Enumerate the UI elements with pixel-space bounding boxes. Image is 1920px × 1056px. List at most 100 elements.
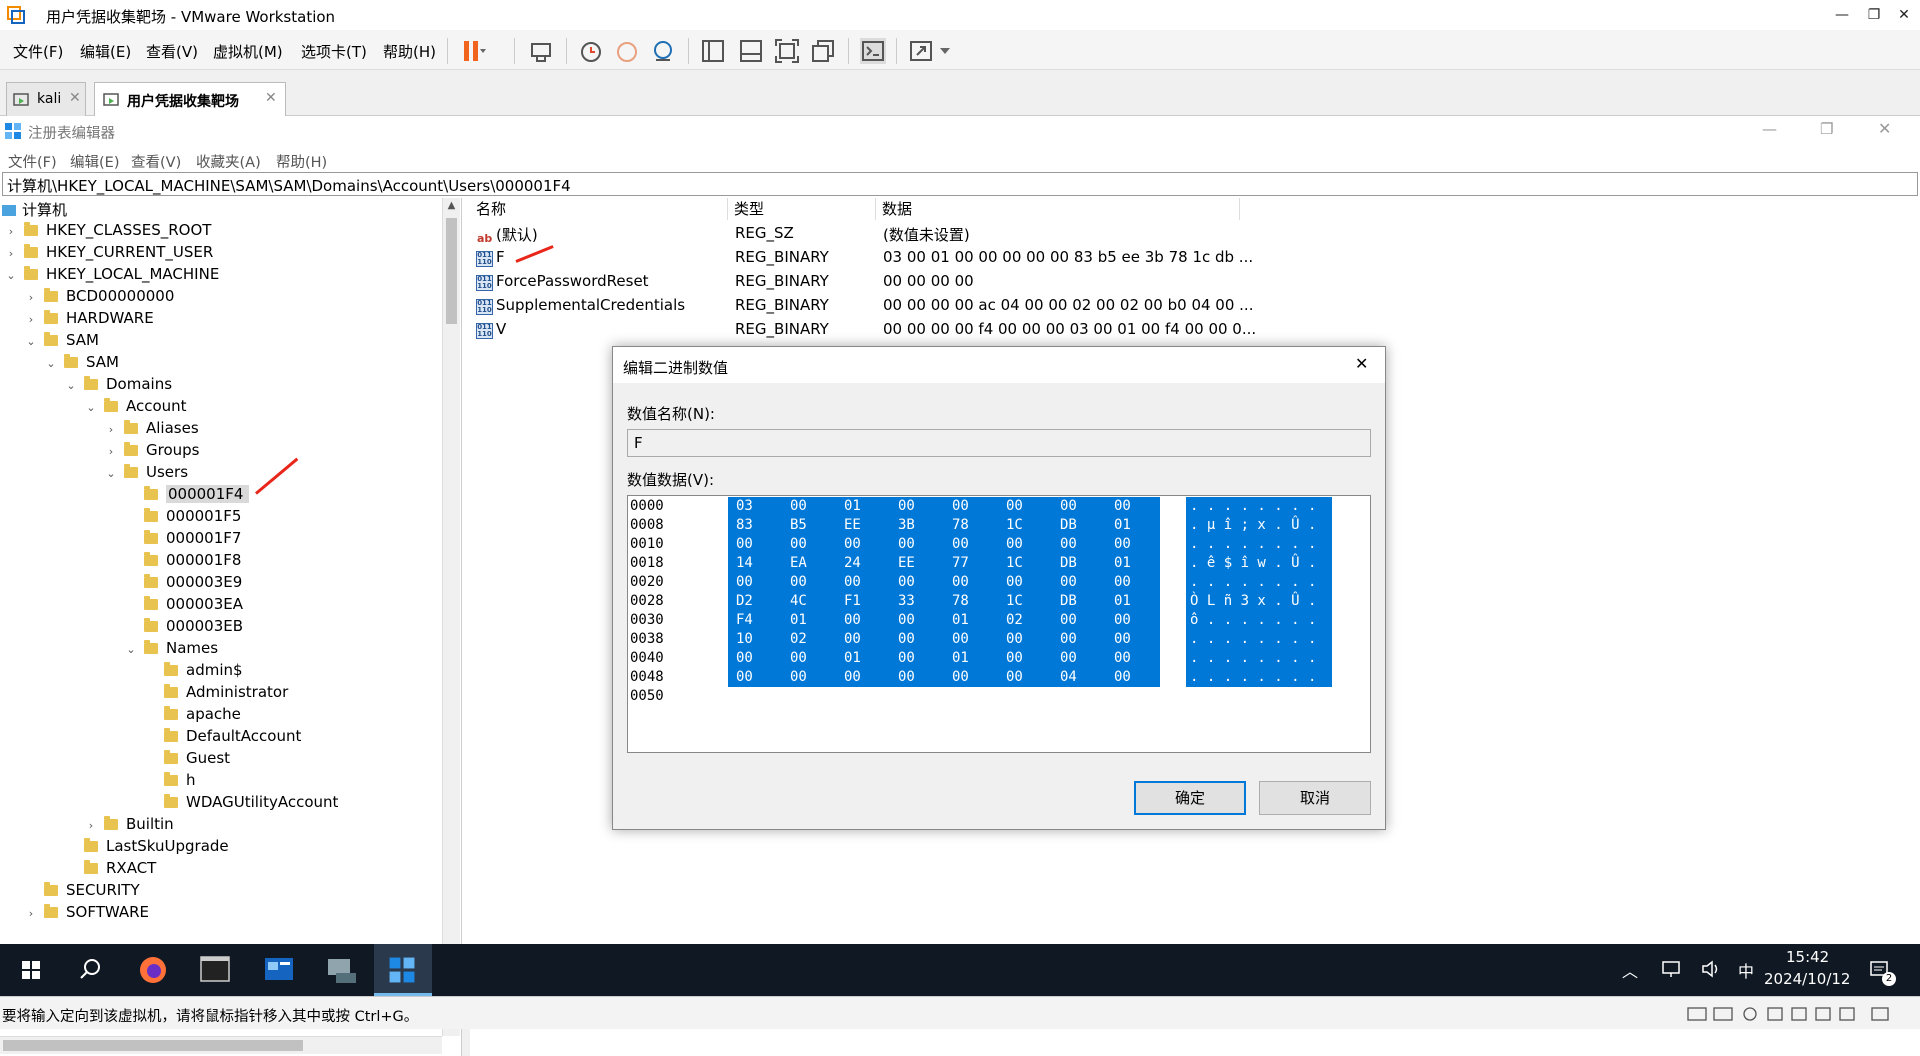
expand-chevron-icon[interactable]: ⌄ (4, 269, 18, 282)
hex-byte[interactable]: 00 (844, 535, 861, 554)
hex-row[interactable]: 0028 D2 4C F1 33 78 1C DB 01 Ò L ñ 3 x . Û . (628, 592, 1368, 611)
reg-menu-view[interactable]: 查看(V) (131, 151, 181, 172)
hex-byte[interactable]: 01 (1114, 516, 1131, 535)
hex-byte[interactable]: DB (1060, 516, 1077, 535)
hex-byte[interactable]: 00 (1006, 668, 1023, 687)
hex-byte[interactable]: 00 (844, 611, 861, 630)
hex-byte[interactable]: 1C (1006, 554, 1023, 573)
hex-byte[interactable]: 00 (1114, 668, 1131, 687)
tab-kali[interactable]: kali ✕ (6, 82, 86, 116)
menu-help[interactable]: 帮助(H) (383, 41, 436, 62)
hex-byte[interactable]: 78 (952, 592, 969, 611)
close-tab-icon[interactable]: ✕ (265, 90, 277, 106)
hex-byte[interactable]: 00 (790, 649, 807, 668)
column-name[interactable]: 名称 (470, 198, 728, 220)
hex-byte[interactable]: 00 (1114, 649, 1131, 668)
hex-byte[interactable]: 1C (1006, 516, 1023, 535)
reg-menu-help[interactable]: 帮助(H) (276, 151, 327, 172)
hex-byte[interactable]: 33 (898, 592, 915, 611)
hex-byte[interactable]: 00 (898, 611, 915, 630)
menu-vm[interactable]: 虚拟机(M) (213, 41, 283, 62)
scroll-up-icon[interactable]: ▲ (444, 200, 459, 211)
hex-byte[interactable]: 00 (844, 573, 861, 592)
menu-view[interactable]: 查看(V) (146, 41, 198, 62)
hex-ascii[interactable]: . . . . . . . . (1186, 497, 1332, 516)
hex-row[interactable]: 0018 14 EA 24 EE 77 1C DB 01 . ê $ î w . Û . (628, 554, 1368, 573)
hex-byte[interactable]: EE (844, 516, 861, 535)
expand-chevron-icon[interactable]: › (84, 819, 98, 832)
hex-byte[interactable]: 01 (844, 649, 861, 668)
thumbnail-bar-icon[interactable] (738, 38, 764, 64)
hex-byte[interactable]: 00 (790, 497, 807, 516)
hex-byte[interactable]: 00 (898, 649, 915, 668)
taskbar-regedit-active[interactable] (374, 944, 432, 996)
hex-byte[interactable]: 00 (898, 497, 915, 516)
hex-byte[interactable]: 00 (736, 668, 753, 687)
expand-chevron-icon[interactable]: ⌄ (64, 379, 78, 392)
hex-byte[interactable]: EE (898, 554, 915, 573)
hex-byte[interactable]: 00 (1060, 573, 1077, 592)
hex-row[interactable]: 0020 00 00 00 00 00 00 00 00 . . . . . . . . (628, 573, 1368, 592)
hex-row[interactable]: 0030 F4 01 00 00 01 02 00 00 ô . . . . . . . (628, 611, 1368, 630)
minimize-button[interactable]: — (1828, 4, 1856, 26)
value-row[interactable]: 011 110 ForcePasswordReset REG_BINARY 00 00 … (470, 270, 1270, 294)
hex-byte[interactable]: D2 (736, 592, 753, 611)
hex-byte[interactable]: 00 (1060, 497, 1077, 516)
hex-byte[interactable]: 04 (1060, 668, 1077, 687)
tree-hscrollbar[interactable] (0, 1036, 442, 1054)
menu-tabs[interactable]: 选项卡(T) (301, 41, 367, 62)
hex-byte[interactable]: 00 (1114, 630, 1131, 649)
expand-chevron-icon[interactable]: › (24, 291, 38, 304)
cancel-button[interactable]: 取消 (1259, 781, 1371, 815)
value-row[interactable]: 011 110 SupplementalCredentials REG_BINARY 0… (470, 294, 1270, 318)
fullscreen-icon[interactable] (774, 38, 800, 64)
hscroll-thumb[interactable] (3, 1040, 303, 1051)
pause-icon[interactable] (460, 38, 486, 64)
hex-byte[interactable]: F4 (736, 611, 753, 630)
hex-byte[interactable]: 00 (1114, 497, 1131, 516)
hex-byte[interactable]: F1 (844, 592, 861, 611)
expand-chevron-icon[interactable]: ⌄ (24, 335, 38, 348)
reg-menu-edit[interactable]: 编辑(E) (70, 151, 119, 172)
hex-byte[interactable]: 00 (952, 668, 969, 687)
expand-chevron-icon[interactable]: › (4, 247, 18, 260)
network-computer-icon[interactable] (318, 950, 364, 990)
terminal-icon[interactable] (192, 950, 238, 990)
hex-byte[interactable]: 00 (1006, 630, 1023, 649)
hex-ascii[interactable]: . . . . . . . . (1186, 668, 1332, 687)
hex-byte[interactable]: 01 (952, 611, 969, 630)
value-row[interactable]: ab (默认) REG_SZ (数值未设置) (470, 222, 1270, 247)
hex-byte[interactable]: 00 (1006, 497, 1023, 516)
hex-byte[interactable]: 00 (1006, 649, 1023, 668)
hex-byte[interactable]: 00 (1060, 630, 1077, 649)
column-data[interactable]: 数据 (876, 198, 1240, 220)
hex-byte[interactable]: 00 (898, 573, 915, 592)
hex-ascii[interactable]: . . . . . . . . (1186, 649, 1332, 668)
close-tab-icon[interactable]: ✕ (69, 90, 81, 106)
tab-target-vm[interactable]: 用户凭据收集靶场 ✕ (94, 82, 286, 116)
hex-byte[interactable]: 00 (1060, 535, 1077, 554)
hex-row[interactable]: 0008 83 B5 EE 3B 78 1C DB 01 . µ î ; x . Û . (628, 516, 1368, 535)
expand-chevron-icon[interactable]: ⌄ (124, 643, 138, 656)
scroll-thumb[interactable] (446, 218, 457, 324)
hex-byte[interactable]: 01 (844, 497, 861, 516)
revert-snapshot-icon[interactable] (614, 38, 640, 64)
hex-byte[interactable]: 00 (790, 573, 807, 592)
ok-button[interactable]: 确定 (1134, 781, 1246, 815)
expand-chevron-icon[interactable]: ⌄ (84, 401, 98, 414)
hex-ascii[interactable]: . . . . . . . . (1186, 630, 1332, 649)
hex-ascii[interactable]: . . . . . . . . (1186, 535, 1332, 554)
stretch-icon[interactable] (908, 38, 934, 64)
hex-byte[interactable]: 00 (1114, 611, 1131, 630)
snapshot-manager-icon[interactable] (650, 38, 676, 64)
clock-time[interactable]: 15:42 (1786, 948, 1829, 966)
snapshot-icon[interactable] (578, 38, 604, 64)
expand-chevron-icon[interactable]: › (104, 445, 118, 458)
expand-chevron-icon[interactable]: ⌄ (104, 467, 118, 480)
hex-ascii[interactable]: . µ î ; x . Û . (1186, 516, 1332, 535)
hex-byte[interactable]: 00 (898, 630, 915, 649)
regedit-minimize-button[interactable]: — (1762, 120, 1777, 138)
stretch-dropdown-icon[interactable] (940, 48, 950, 56)
hex-byte[interactable]: 00 (1114, 535, 1131, 554)
tree-scrollbar[interactable]: ▲ ▼ (442, 198, 460, 1036)
